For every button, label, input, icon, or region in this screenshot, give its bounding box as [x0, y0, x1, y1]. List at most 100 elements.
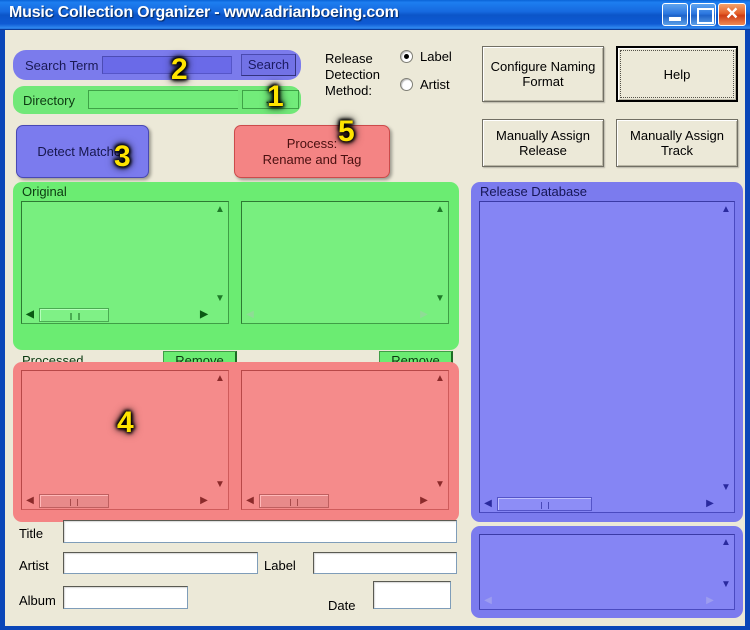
minimize-button[interactable]	[662, 3, 688, 26]
search-term-input[interactable]	[102, 56, 232, 74]
release-detection-label-line3: Method:	[325, 83, 372, 98]
scroll-right-arrow-icon[interactable]: ▶	[416, 307, 432, 323]
original-left-list[interactable]: ▲ ▼ ◀ ▶	[21, 201, 229, 324]
manually-assign-release-button[interactable]: Manually Assign Release	[482, 119, 604, 167]
radio-button-icon-label[interactable]	[400, 50, 413, 63]
configure-naming-format-button[interactable]: Configure Naming Format	[482, 46, 604, 102]
scroll-down-arrow-icon[interactable]: ▼	[432, 477, 448, 493]
directory-bar: Directory ...	[13, 86, 301, 114]
process-line2: Rename and Tag	[262, 151, 362, 167]
scroll-right-arrow-icon[interactable]: ▶	[702, 496, 718, 512]
scroll-down-arrow-icon[interactable]: ▼	[718, 577, 734, 593]
help-button[interactable]: Help	[616, 46, 738, 102]
processed-panel: ▲ ▼ ◀ ▶ ▲ ▼ ◀ ▶	[13, 362, 459, 522]
scroll-down-arrow-icon[interactable]: ▼	[718, 480, 734, 496]
directory-label: Directory	[23, 93, 76, 108]
focus-ring	[620, 50, 734, 98]
original-panel-title: Original	[22, 184, 67, 199]
detect-matches-label: Detect Matches	[37, 143, 128, 159]
album-field[interactable]	[63, 586, 188, 609]
original-right-hscrollbar[interactable]: ◀ ▶	[242, 307, 432, 323]
album-field-label: Album	[19, 593, 56, 608]
title-bar: Music Collection Organizer - www.adrianb…	[0, 0, 750, 30]
search-term-label: Search Term	[25, 58, 99, 73]
release-database-list[interactable]: ▲ ▼ ◀ ▶	[479, 201, 735, 513]
scroll-left-arrow-icon[interactable]: ◀	[480, 496, 496, 512]
processed-right-hscrollbar[interactable]: ◀ ▶	[242, 493, 432, 509]
hscroll-thumb[interactable]	[39, 494, 109, 508]
hscroll-thumb[interactable]	[39, 308, 109, 322]
application-window: Music Collection Organizer - www.adrianb…	[0, 0, 750, 630]
release-database-title: Release Database	[480, 184, 587, 199]
client-area: Search Term Search Directory ... Release…	[5, 30, 745, 626]
release-detail-panel: ▲ ▼ ◀ ▶	[471, 526, 743, 618]
date-field[interactable]	[373, 581, 451, 609]
artist-field-label: Artist	[19, 558, 49, 573]
scroll-left-arrow-icon[interactable]: ◀	[242, 493, 258, 509]
hscroll-thumb[interactable]	[259, 494, 329, 508]
scroll-left-arrow-icon[interactable]: ◀	[242, 307, 258, 323]
scroll-left-arrow-icon[interactable]: ◀	[22, 307, 38, 323]
directory-input[interactable]	[88, 90, 238, 109]
scroll-up-arrow-icon[interactable]: ▲	[718, 535, 734, 551]
title-field[interactable]	[63, 520, 457, 543]
artist-field[interactable]	[63, 552, 258, 574]
processed-right-vscrollbar[interactable]: ▲ ▼	[432, 371, 448, 493]
release-database-panel: Release Database ▲ ▼ ◀ ▶	[471, 182, 743, 522]
release-database-hscrollbar[interactable]: ◀ ▶	[480, 496, 718, 512]
scroll-up-arrow-icon[interactable]: ▲	[718, 202, 734, 218]
label-field[interactable]	[313, 552, 457, 574]
scroll-left-arrow-icon[interactable]: ◀	[480, 593, 496, 609]
processed-right-list[interactable]: ▲ ▼ ◀ ▶	[241, 370, 449, 510]
hscroll-thumb[interactable]	[497, 497, 592, 511]
maximize-button[interactable]	[690, 3, 716, 26]
release-detail-list[interactable]: ▲ ▼ ◀ ▶	[479, 534, 735, 610]
release-detail-hscrollbar[interactable]: ◀ ▶	[480, 593, 718, 609]
manually-assign-release-line2: Release	[519, 143, 567, 158]
scroll-left-arrow-icon[interactable]: ◀	[22, 493, 38, 509]
scroll-up-arrow-icon[interactable]: ▲	[212, 371, 228, 387]
release-detection-method-group: Release Detection Method: Label Artist	[325, 49, 480, 111]
original-right-list[interactable]: ▲ ▼ ◀ ▶	[241, 201, 449, 324]
radio-option-label[interactable]: Label	[400, 49, 452, 64]
window-title: Music Collection Organizer - www.adrianb…	[9, 4, 399, 21]
original-panel: Original ▲ ▼ ◀ ▶ ▲ ▼ ◀ ▶	[13, 182, 459, 350]
radio-option-artist[interactable]: Artist	[400, 77, 450, 92]
original-left-hscrollbar[interactable]: ◀ ▶	[22, 307, 212, 323]
release-detection-label-line1: Release	[325, 51, 373, 66]
label-field-label: Label	[264, 558, 296, 573]
detect-matches-button[interactable]: Detect Matches	[16, 125, 149, 178]
manually-assign-track-line1: Manually Assign	[630, 128, 724, 143]
release-database-vscrollbar[interactable]: ▲ ▼	[718, 202, 734, 496]
search-button[interactable]: Search	[241, 54, 296, 76]
scroll-up-arrow-icon[interactable]: ▲	[212, 202, 228, 218]
scroll-up-arrow-icon[interactable]: ▲	[432, 202, 448, 218]
manually-assign-release-line1: Manually Assign	[496, 128, 590, 143]
close-button[interactable]	[718, 0, 746, 28]
scroll-right-arrow-icon[interactable]: ▶	[416, 493, 432, 509]
processed-left-list[interactable]: ▲ ▼ ◀ ▶	[21, 370, 229, 510]
scroll-down-arrow-icon[interactable]: ▼	[212, 291, 228, 307]
scroll-down-arrow-icon[interactable]: ▼	[212, 477, 228, 493]
directory-browse-button[interactable]: ...	[242, 90, 299, 109]
search-term-bar: Search Term Search	[13, 50, 301, 80]
original-right-vscrollbar[interactable]: ▲ ▼	[432, 202, 448, 307]
scroll-down-arrow-icon[interactable]: ▼	[432, 291, 448, 307]
processed-left-vscrollbar[interactable]: ▲ ▼	[212, 371, 228, 493]
scroll-right-arrow-icon[interactable]: ▶	[196, 307, 212, 323]
process-line1: Process:	[286, 135, 338, 151]
release-detection-method-label: Release Detection Method:	[325, 51, 380, 99]
process-rename-tag-button[interactable]: Process: Rename and Tag	[234, 125, 390, 178]
release-detail-vscrollbar[interactable]: ▲ ▼	[718, 535, 734, 593]
scroll-right-arrow-icon[interactable]: ▶	[196, 493, 212, 509]
radio-label-artist: Artist	[420, 77, 450, 92]
manually-assign-track-button[interactable]: Manually Assign Track	[616, 119, 738, 167]
scroll-right-arrow-icon[interactable]: ▶	[702, 593, 718, 609]
processed-left-hscrollbar[interactable]: ◀ ▶	[22, 493, 212, 509]
original-left-vscrollbar[interactable]: ▲ ▼	[212, 202, 228, 307]
release-detection-label-line2: Detection	[325, 67, 380, 82]
configure-naming-format-line2: Format	[522, 74, 564, 89]
radio-button-icon-artist[interactable]	[400, 78, 413, 91]
configure-naming-format-line1: Configure Naming	[490, 59, 596, 74]
scroll-up-arrow-icon[interactable]: ▲	[432, 371, 448, 387]
